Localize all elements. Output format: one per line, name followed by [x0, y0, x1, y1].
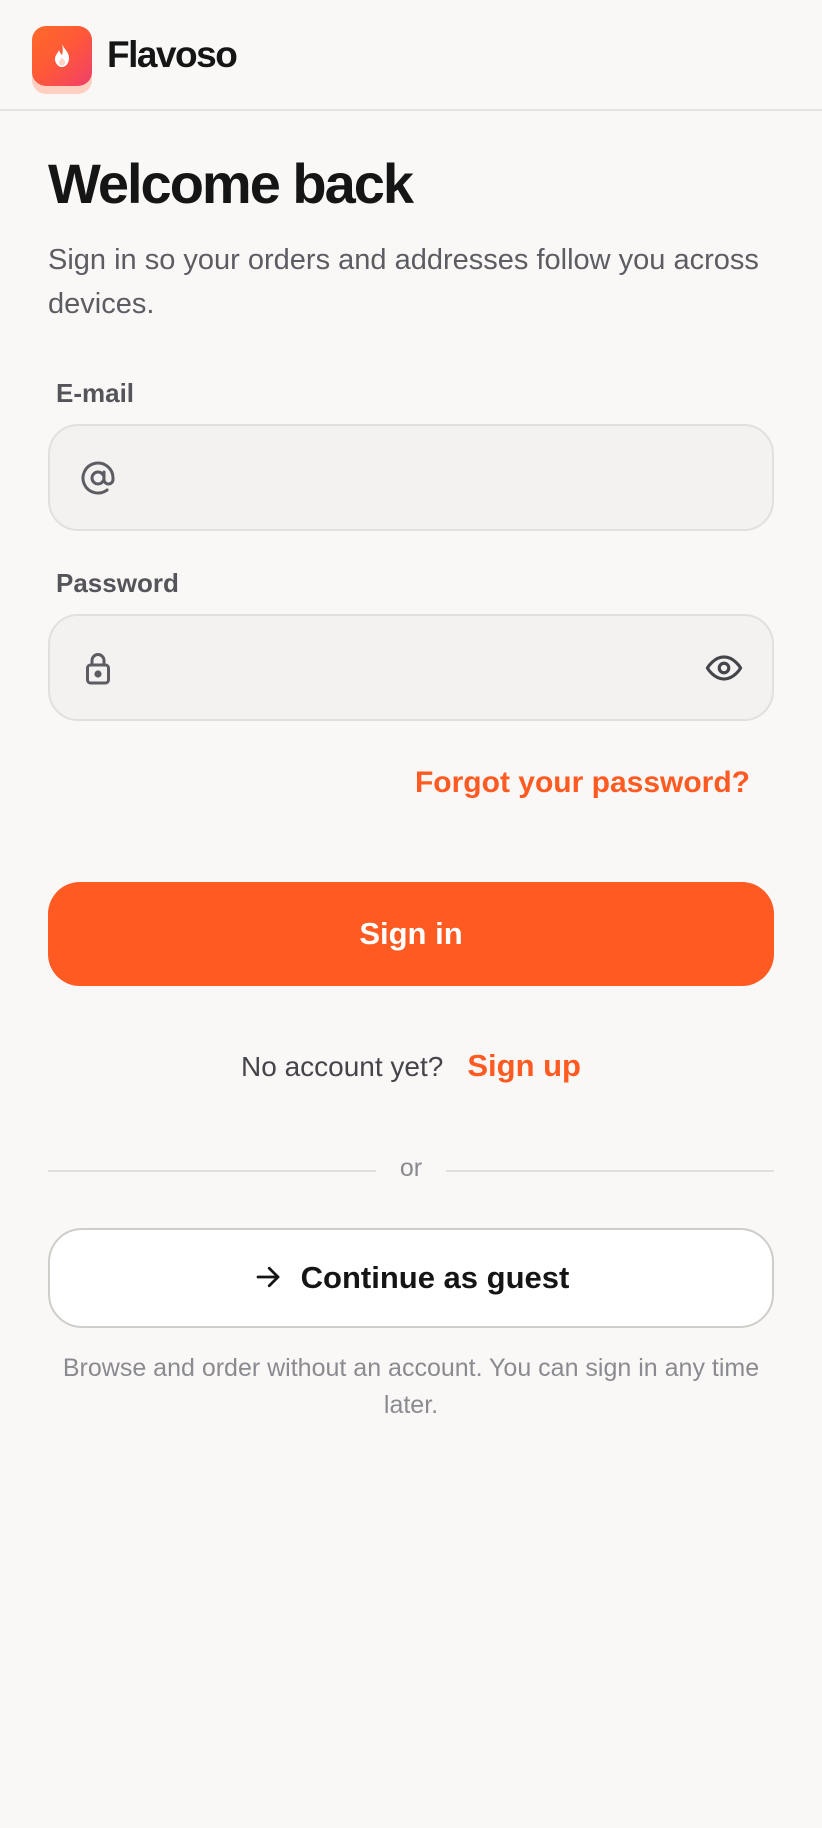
no-account-text: No account yet? [241, 1051, 444, 1082]
email-field-container[interactable] [48, 424, 774, 531]
page-subtitle: Sign in so your orders and addresses fol… [48, 244, 759, 320]
password-input[interactable] [134, 616, 694, 719]
arrow-right-icon [253, 1262, 283, 1295]
lock-icon [80, 650, 116, 686]
signup-prompt: No account yet? Sign up [0, 1048, 822, 1084]
continue-as-guest-button[interactable]: Continue as guest [48, 1228, 774, 1328]
brand-name: Flavoso [107, 34, 238, 75]
continue-as-guest-label: Continue as guest [300, 1260, 570, 1295]
page-title: Welcome back [48, 152, 414, 215]
sign-in-button[interactable]: Sign in [48, 882, 774, 986]
divider-or-label: or [399, 1154, 423, 1182]
app-logo[interactable] [32, 26, 92, 94]
flame-icon [32, 26, 92, 86]
app-header: Flavoso [0, 0, 822, 111]
at-sign-icon [80, 460, 116, 496]
password-label: Password [56, 568, 179, 598]
password-field-container[interactable] [48, 614, 774, 721]
forgot-password-link[interactable]: Forgot your password? [415, 766, 750, 800]
guest-note: Browse and order without an account. You… [62, 1354, 760, 1419]
sign-up-link[interactable]: Sign up [467, 1048, 581, 1084]
email-input[interactable] [134, 426, 694, 529]
divider-line-right [446, 1170, 774, 1172]
email-label: E-mail [56, 378, 135, 408]
eye-icon[interactable] [704, 649, 744, 687]
